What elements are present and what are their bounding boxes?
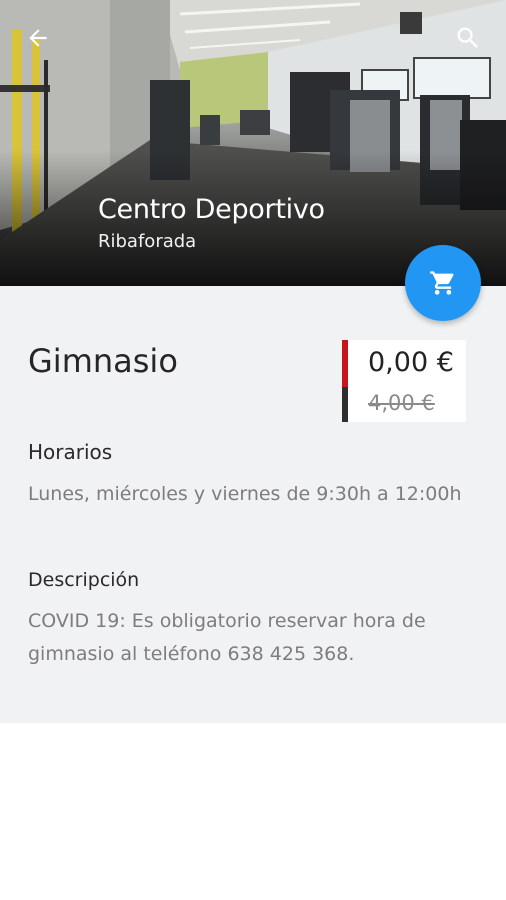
price-original: 4,00 € bbox=[368, 391, 435, 415]
hero-image: Centro Deportivo Ribaforada bbox=[0, 0, 506, 286]
descripcion-label: Descripción bbox=[28, 569, 140, 591]
price-current: 0,00 € bbox=[368, 347, 454, 378]
horarios-text: Lunes, miércoles y viernes de 9:30h a 12… bbox=[28, 483, 462, 505]
price-accent-bar bbox=[342, 340, 348, 387]
search-button[interactable] bbox=[448, 18, 488, 58]
search-icon bbox=[457, 27, 478, 48]
back-button[interactable] bbox=[18, 18, 58, 58]
add-to-cart-button[interactable] bbox=[405, 245, 481, 321]
descripcion-text: COVID 19: Es obligatorio reservar hora d… bbox=[28, 610, 426, 665]
price-accent-bar-secondary bbox=[342, 387, 348, 422]
venue-location: Ribaforada bbox=[98, 231, 197, 252]
horarios-label: Horarios bbox=[28, 440, 113, 464]
arrow-back-icon bbox=[29, 29, 47, 47]
cart-icon bbox=[430, 271, 454, 295]
service-title: Gimnasio bbox=[28, 342, 178, 380]
venue-title: Centro Deportivo bbox=[98, 194, 325, 225]
